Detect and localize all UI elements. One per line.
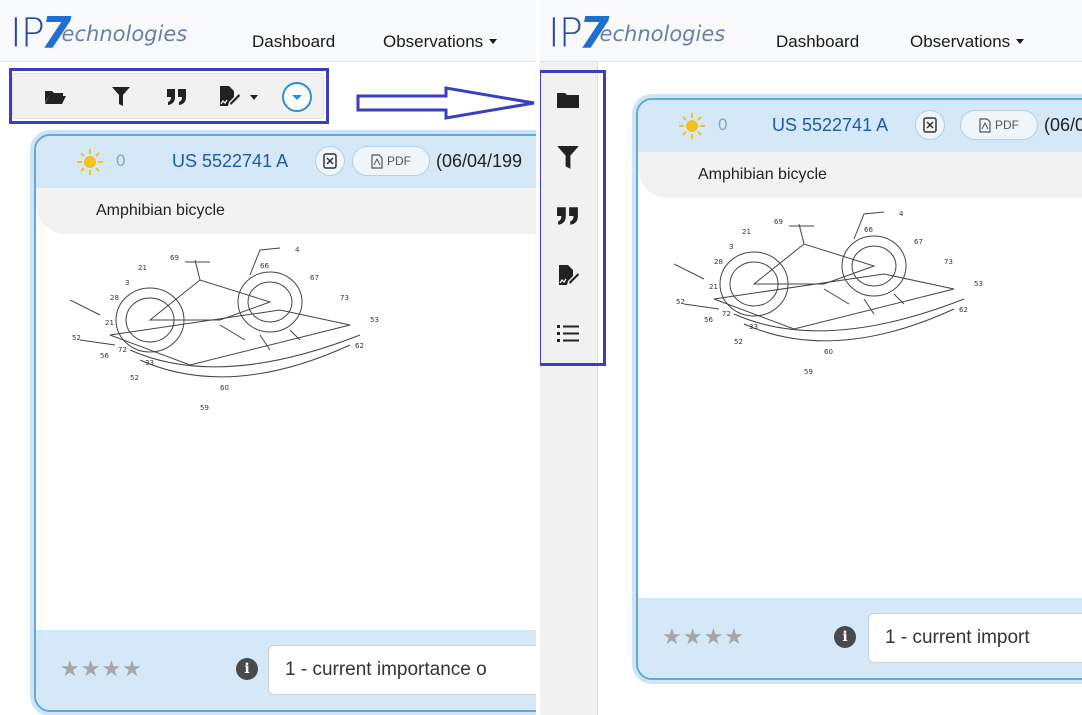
svg-text:72: 72 [722, 310, 731, 318]
score-count: 0 [116, 151, 126, 170]
left-panel: IP7echnologies Dashboard Observations 0 … [0, 0, 540, 715]
svg-text:53: 53 [974, 280, 983, 288]
svg-text:62: 62 [959, 306, 968, 314]
caret-down-icon [1016, 39, 1025, 44]
svg-text:4: 4 [295, 246, 300, 254]
file-excel-icon [923, 117, 937, 133]
sun-icon[interactable] [76, 148, 104, 176]
publication-date: (06/04/199 [436, 151, 523, 171]
info-icon[interactable]: i [834, 626, 856, 648]
nav-dashboard-link[interactable]: Dashboard [776, 32, 859, 52]
svg-text:67: 67 [310, 274, 319, 282]
logo-ip: IP [548, 10, 583, 57]
svg-text:67: 67 [914, 238, 923, 246]
brand-logo[interactable]: IP7echnologies [10, 8, 187, 59]
toolbar-highlight-box [540, 70, 606, 366]
svg-text:56: 56 [704, 316, 713, 324]
svg-text:73: 73 [340, 294, 349, 302]
svg-text:72: 72 [118, 346, 127, 354]
excel-export-button[interactable] [315, 146, 345, 176]
patent-title: Amphibian bicycle [96, 202, 225, 219]
svg-text:59: 59 [804, 368, 813, 376]
navbar: IP7echnologies Dashboard Observations [0, 0, 540, 62]
card-footer: ★★★★ i 1 - current importance o [36, 630, 540, 710]
rating-stars[interactable]: ★★★★ [60, 656, 143, 682]
importance-select[interactable]: 1 - current import [868, 613, 1082, 663]
svg-text:21: 21 [742, 228, 751, 236]
svg-text:21: 21 [105, 319, 114, 327]
file-excel-icon [323, 153, 337, 169]
svg-text:60: 60 [824, 348, 833, 356]
navbar: IP7echnologies Dashboard Observations [540, 0, 1082, 62]
nav-observations-dropdown[interactable]: Observations [910, 32, 1025, 52]
svg-text:66: 66 [864, 226, 873, 234]
svg-text:28: 28 [714, 258, 723, 266]
svg-text:52: 52 [676, 298, 685, 306]
svg-text:62: 62 [355, 342, 364, 350]
pdf-label: PDF [387, 154, 411, 168]
svg-text:60: 60 [220, 384, 229, 392]
score-count: 0 [718, 115, 728, 134]
pdf-button[interactable]: PDF [960, 110, 1038, 140]
svg-text:28: 28 [110, 294, 119, 302]
logo-tech: echnologies [61, 21, 188, 46]
file-pdf-icon [371, 153, 383, 169]
toolbar-highlight-box [9, 68, 329, 124]
arrow-right-icon [356, 86, 535, 120]
card-title-bar: Amphibian bicycle [638, 152, 1082, 198]
excel-export-button[interactable] [915, 110, 945, 140]
nav-observations-label: Observations [910, 32, 1011, 51]
svg-text:66: 66 [260, 262, 269, 270]
svg-text:3: 3 [125, 279, 129, 287]
patent-card[interactable]: 0 US 5522741 A PDF (06/04/199 Amphibian … [34, 134, 540, 712]
card-title-bar: Amphibian bicycle [36, 188, 540, 234]
svg-text:56: 56 [100, 352, 109, 360]
svg-text:21: 21 [709, 283, 718, 291]
svg-text:69: 69 [170, 254, 179, 262]
logo-ip: IP [10, 10, 45, 57]
svg-text:53: 53 [370, 316, 379, 324]
svg-text:3: 3 [729, 243, 733, 251]
nav-dashboard-link[interactable]: Dashboard [252, 32, 335, 52]
publication-date: (06/0 [1044, 115, 1082, 135]
svg-text:33: 33 [145, 359, 154, 367]
sun-icon[interactable] [678, 112, 706, 140]
file-pdf-icon [979, 117, 991, 133]
svg-text:4: 4 [899, 210, 904, 218]
logo-tech: echnologies [599, 21, 726, 46]
patent-number-link[interactable]: US 5522741 A [172, 151, 288, 172]
svg-text:69: 69 [774, 218, 783, 226]
svg-text:52: 52 [72, 334, 81, 342]
rating-stars[interactable]: ★★★★ [662, 624, 745, 650]
right-panel: IP7echnologies Dashboard Observations 0 … [540, 0, 1082, 715]
patent-card[interactable]: 0 US 5522741 A PDF (06/0 Amphibian bicyc… [636, 98, 1082, 680]
svg-text:52: 52 [130, 374, 139, 382]
caret-down-icon [489, 39, 498, 44]
card-footer: ★★★★ i 1 - current import [638, 598, 1082, 678]
svg-text:73: 73 [944, 258, 953, 266]
patent-number-link[interactable]: US 5522741 A [772, 115, 888, 136]
card-header: 0 US 5522741 A PDF (06/0 [638, 100, 1082, 152]
svg-text:21: 21 [138, 264, 147, 272]
svg-text:33: 33 [749, 323, 758, 331]
patent-drawing: 4 69 21 3 28 21 52 56 72 33 66 67 73 53 62 60 59 52 [70, 246, 379, 412]
nav-observations-dropdown[interactable]: Observations [383, 32, 498, 52]
nav-observations-label: Observations [383, 32, 484, 51]
patent-title: Amphibian bicycle [698, 166, 827, 183]
svg-text:52: 52 [734, 338, 743, 346]
patent-drawing: 4 69 21 3 28 21 52 56 72 33 66 67 73 53 62 60 59 52 [674, 210, 983, 376]
svg-text:59: 59 [200, 404, 209, 412]
brand-logo[interactable]: IP7echnologies [548, 8, 725, 59]
pdf-label: PDF [995, 118, 1019, 132]
info-icon[interactable]: i [236, 658, 258, 680]
pdf-button[interactable]: PDF [352, 146, 430, 176]
card-header: 0 US 5522741 A PDF (06/04/199 [36, 136, 540, 188]
importance-select[interactable]: 1 - current importance o [268, 645, 540, 695]
